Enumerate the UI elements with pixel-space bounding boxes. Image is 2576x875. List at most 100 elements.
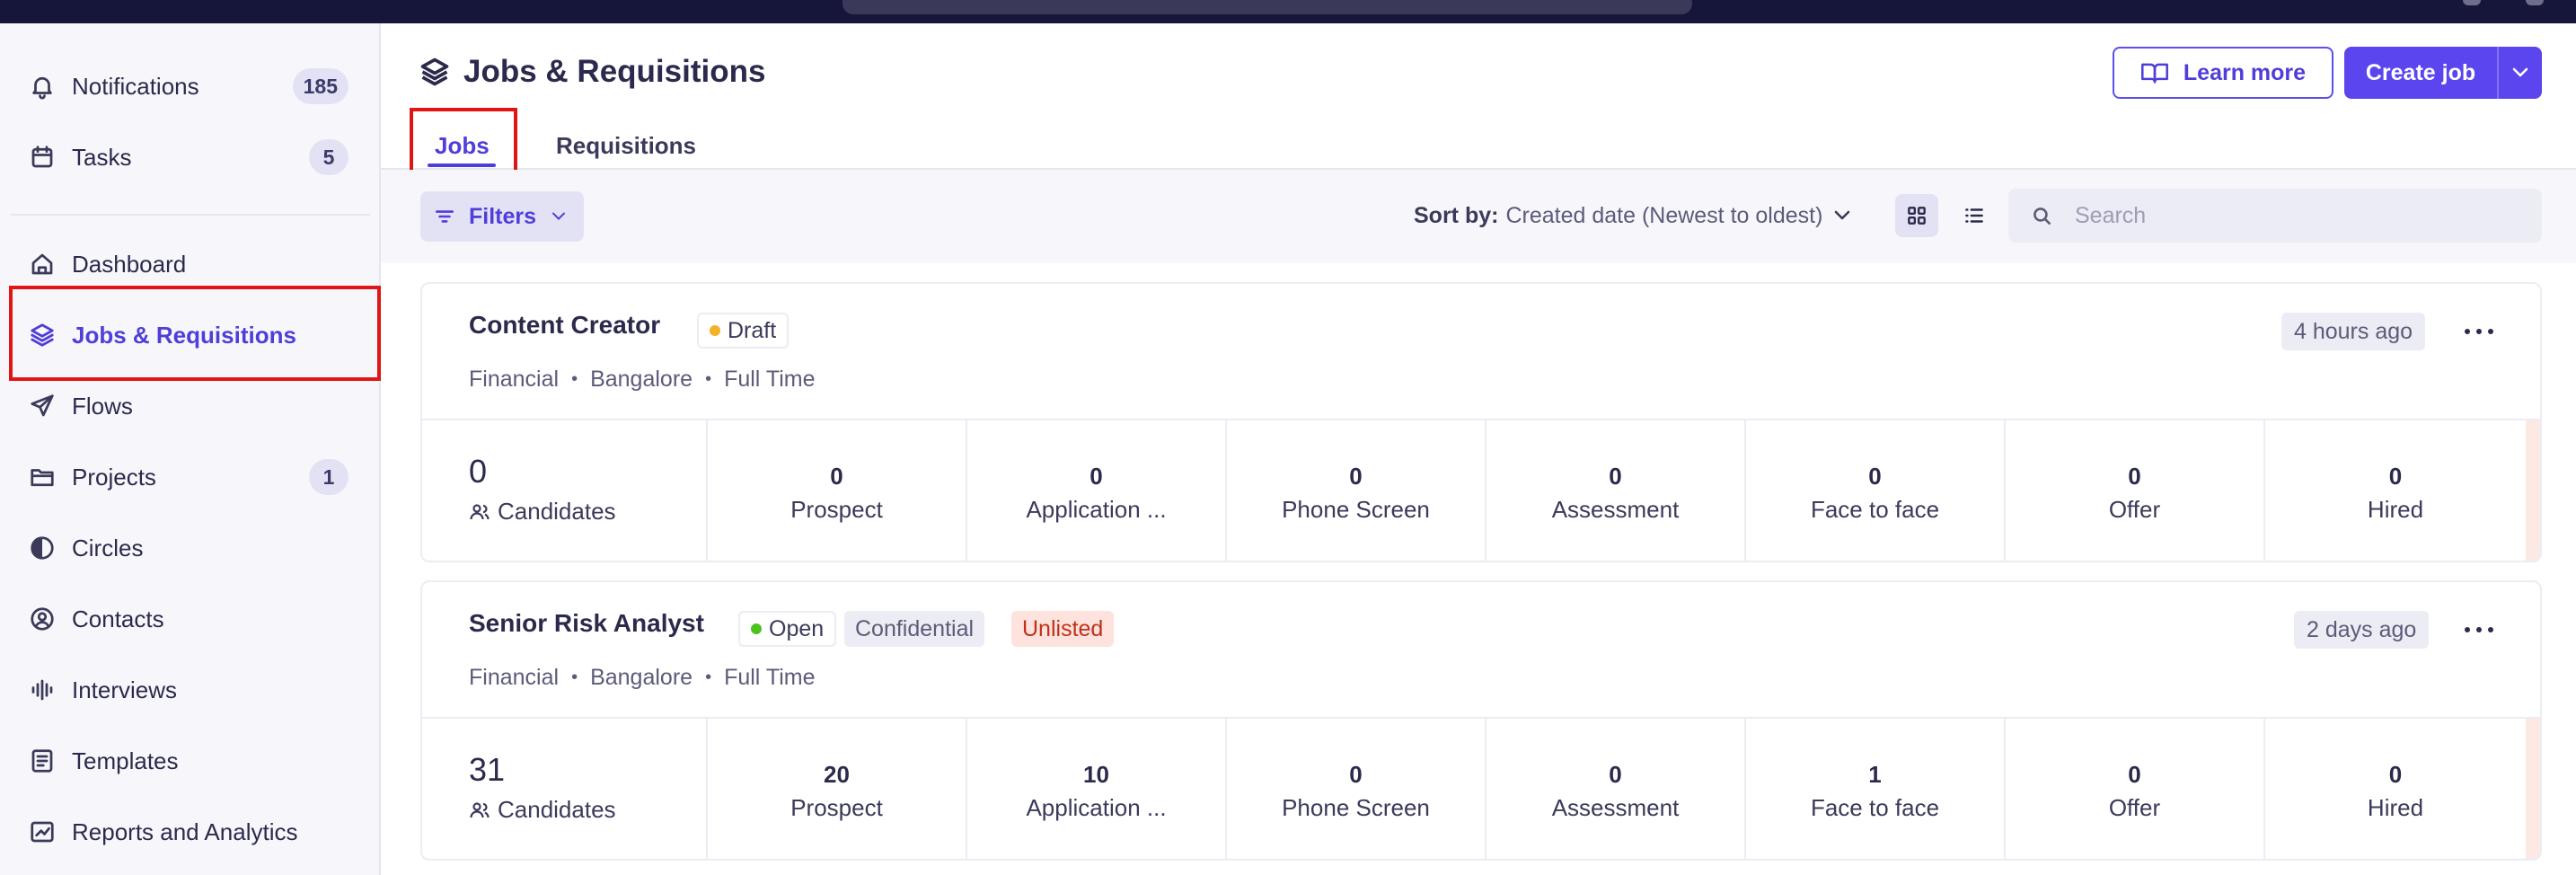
stage-label: Face to face <box>1810 794 1940 821</box>
search-icon <box>2033 208 2051 225</box>
address-bar[interactable] <box>842 0 1692 14</box>
candidates-count: 0 <box>469 453 488 490</box>
chevron-down-icon <box>1835 210 1850 220</box>
page-title-text: Jobs & Requisitions <box>463 54 766 89</box>
stage-label: Prospect <box>790 794 883 821</box>
job-card[interactable]: Senior Risk Analyst Open Confidential Un… <box>420 580 2542 861</box>
time-ago-badge: 2 days ago <box>2294 611 2430 649</box>
tab-requisitions[interactable]: Requisitions <box>556 126 696 165</box>
stage-label: Phone Screen <box>1282 496 1430 523</box>
stage-application[interactable]: 0 Application ... <box>967 420 1227 561</box>
sidebar-item-label: Interviews <box>72 676 178 703</box>
more-options-icon[interactable] <box>2459 616 2499 643</box>
stage-label: Prospect <box>790 496 883 523</box>
search-input[interactable] <box>2075 202 2506 229</box>
tab-active-indicator <box>428 164 496 167</box>
stage-label: Offer <box>2108 496 2161 523</box>
window-control-icon[interactable] <box>2463 0 2481 5</box>
stage-count: 0 <box>2128 761 2141 788</box>
stage-label: Application ... <box>1026 794 1167 821</box>
sort-key-label: Sort by: <box>1414 202 1499 228</box>
sidebar-item-tasks[interactable]: Tasks 5 <box>0 125 381 190</box>
search-box[interactable] <box>2008 189 2542 243</box>
status-dot <box>751 623 762 634</box>
stage-count: 0 <box>1090 463 1103 490</box>
sidebar-item-label: Flows <box>72 392 133 420</box>
stage-face-to-face[interactable]: 1 Face to face <box>1746 719 2006 859</box>
pipeline-stats: 0 Candidates 0 Prospect 0 Application ... … <box>422 419 2540 561</box>
stage-offer[interactable]: 0 Offer <box>2006 420 2265 561</box>
sidebar-item-circles[interactable]: Circles <box>0 516 381 580</box>
sidebar-item-contacts[interactable]: Contacts <box>0 587 381 651</box>
sidebar-item-label: Projects <box>72 463 156 491</box>
separator-dot: • <box>571 667 578 687</box>
sidebar-item-projects[interactable]: Projects 1 <box>0 445 381 509</box>
calendar-icon <box>27 142 57 172</box>
window-control-icon[interactable] <box>2526 0 2544 5</box>
stage-assessment[interactable]: 0 Assessment <box>1486 420 1746 561</box>
layers-icon <box>420 57 449 86</box>
status-badge: Open <box>738 611 837 647</box>
stage-phone-screen[interactable]: 0 Phone Screen <box>1227 719 1486 859</box>
list-icon <box>1965 208 1983 223</box>
stage-prospect[interactable]: 20 Prospect <box>708 719 967 859</box>
separator-dot: • <box>571 369 578 389</box>
stage-count: 10 <box>1083 761 1109 788</box>
filter-icon <box>436 210 454 223</box>
pipeline-stats: 31 Candidates 20 Prospect 10 Application .… <box>422 717 2540 859</box>
stage-hired[interactable]: 0 Hired <box>2265 420 2526 561</box>
time-ago-badge: 4 hours ago <box>2281 313 2426 350</box>
stage-offer[interactable]: 0 Offer <box>2006 719 2265 859</box>
send-icon <box>27 391 57 421</box>
sidebar-item-flows[interactable]: Flows <box>0 374 381 438</box>
sidebar: Notifications 185 Tasks 5 Dashboard Jobs… <box>0 23 381 875</box>
status-label: Open <box>769 615 825 641</box>
job-location: Bangalore <box>590 367 693 392</box>
learn-more-button[interactable]: Learn more <box>2113 47 2333 99</box>
stage-face-to-face[interactable]: 0 Face to face <box>1746 420 2006 561</box>
job-department: Financial <box>469 367 560 392</box>
sidebar-item-dashboard[interactable]: Dashboard <box>0 232 381 296</box>
sidebar-item-label: Contacts <box>72 605 164 632</box>
filters-button[interactable]: Filters <box>420 191 584 242</box>
stage-assessment[interactable]: 0 Assessment <box>1486 719 1746 859</box>
create-job-dropdown[interactable] <box>2499 66 2542 79</box>
chart-icon <box>27 817 57 847</box>
chevron-down-icon <box>552 212 566 221</box>
stage-phone-screen[interactable]: 0 Phone Screen <box>1227 420 1486 561</box>
sidebar-item-label: Notifications <box>72 72 199 100</box>
users-icon <box>470 503 490 519</box>
sidebar-item-templates[interactable]: Templates <box>0 729 381 793</box>
job-title[interactable]: Senior Risk Analyst <box>469 609 704 638</box>
create-job-button[interactable]: Create job <box>2344 47 2542 99</box>
sidebar-item-reports[interactable]: Reports and Analytics <box>0 800 381 864</box>
learn-more-label: Learn more <box>2183 59 2307 85</box>
stage-count: 20 <box>824 761 850 788</box>
stage-prospect[interactable]: 0 Prospect <box>708 420 967 561</box>
candidates-stat[interactable]: 31 Candidates <box>422 719 708 859</box>
more-options-icon[interactable] <box>2459 318 2499 345</box>
sort-dropdown[interactable]: Sort by: Created date (Newest to oldest) <box>1414 198 1851 234</box>
confidential-badge: Confidential <box>844 611 985 647</box>
tab-jobs[interactable]: Jobs <box>435 126 490 165</box>
grid-view-button[interactable] <box>1895 194 1938 237</box>
user-circle-icon <box>27 604 57 634</box>
status-badge: Draft <box>697 313 790 349</box>
candidates-stat[interactable]: 0 Candidates <box>422 420 708 561</box>
job-card[interactable]: Content Creator Draft Financial • Bangal… <box>420 282 2542 562</box>
sidebar-item-interviews[interactable]: Interviews <box>0 658 381 722</box>
sidebar-item-jobs-requisitions[interactable]: Jobs & Requisitions <box>0 303 381 367</box>
stage-count: 1 <box>1868 761 1882 788</box>
stage-hired[interactable]: 0 Hired <box>2265 719 2526 859</box>
template-icon <box>27 746 57 776</box>
sidebar-item-notifications[interactable]: Notifications 185 <box>0 54 381 119</box>
stage-label: Face to face <box>1810 496 1940 523</box>
stage-application[interactable]: 10 Application ... <box>967 719 1227 859</box>
job-title[interactable]: Content Creator <box>469 311 660 340</box>
page-title: Jobs & Requisitions <box>419 50 765 93</box>
card-edge-accent <box>2526 420 2540 561</box>
layers-icon <box>27 320 57 350</box>
sidebar-item-label: Dashboard <box>72 250 187 278</box>
job-type: Full Time <box>724 665 816 690</box>
list-view-button[interactable] <box>1953 194 1996 237</box>
